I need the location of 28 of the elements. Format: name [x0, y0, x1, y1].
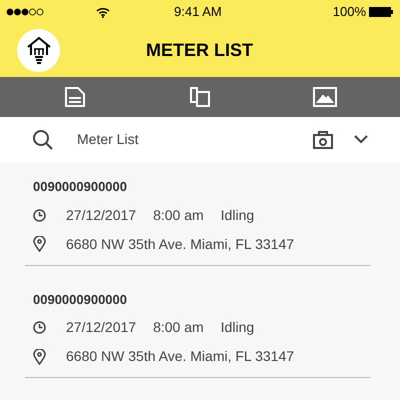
meter-status: Idling	[220, 206, 254, 225]
location-pin-icon	[33, 348, 46, 364]
location-pin-icon	[33, 236, 46, 252]
reading-time: 8:00 am	[153, 206, 204, 224]
search-icon	[32, 128, 54, 151]
battery-percent: 100%	[332, 3, 366, 22]
meter-status: Idling	[220, 318, 254, 337]
battery-icon	[369, 7, 394, 17]
clock-icon	[33, 208, 46, 222]
meter-number: 0090000900000	[33, 178, 128, 196]
meter-address: 6680 NW 35th Ave. Miami, FL 33147	[66, 347, 294, 366]
reading-date: 27/12/2017	[66, 318, 136, 337]
search-field[interactable]: Meter List	[77, 129, 277, 150]
clock-icon	[33, 321, 46, 334]
image-icon	[313, 86, 338, 107]
logo-icon	[17, 28, 60, 72]
page-title: METER LIST	[146, 38, 253, 62]
camera-icon[interactable]	[311, 130, 335, 150]
chevron-down-icon[interactable]	[354, 135, 368, 144]
meter-number: 0090000900000	[33, 290, 128, 308]
reading-time: 8:00 am	[153, 318, 204, 337]
book-icon	[188, 86, 211, 108]
reading-date: 27/12/2017	[66, 206, 136, 224]
status-time: 9:41 AM	[174, 3, 222, 22]
signal-icon	[6, 8, 44, 16]
document-icon	[64, 86, 86, 107]
meter-address: 6680 NW 35th Ave. Miami, FL 33147	[66, 234, 294, 254]
wifi-icon	[96, 6, 110, 18]
